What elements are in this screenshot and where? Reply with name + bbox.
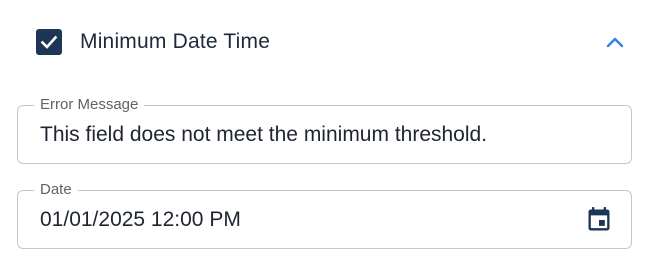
chevron-up-icon (606, 37, 624, 48)
date-field[interactable]: Date 01/01/2025 12:00 PM (17, 181, 632, 249)
collapse-toggle-button[interactable] (600, 28, 630, 56)
date-label: Date (34, 181, 78, 199)
section-header: Minimum Date Time (0, 0, 654, 84)
error-message-label: Error Message (34, 96, 145, 114)
error-message-field[interactable]: Error Message This field does not meet t… (17, 96, 632, 164)
open-calendar-button[interactable] (583, 204, 615, 236)
date-input[interactable]: 01/01/2025 12:00 PM (40, 206, 241, 234)
calendar-icon (588, 207, 610, 231)
section-title: Minimum Date Time (80, 30, 271, 53)
check-icon (40, 35, 58, 49)
error-message-input[interactable]: This field does not meet the minimum thr… (40, 121, 487, 149)
minimum-date-time-checkbox[interactable] (36, 29, 62, 55)
